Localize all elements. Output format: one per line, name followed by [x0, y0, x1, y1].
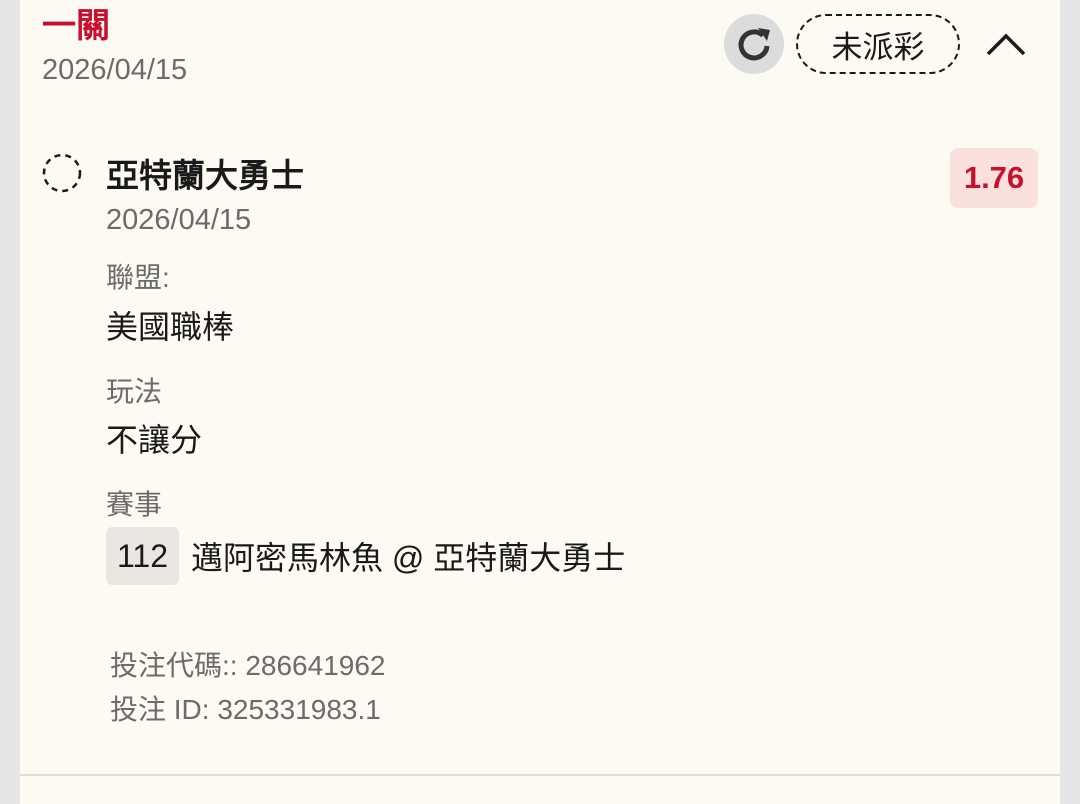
league-label: 聯盟: — [106, 262, 170, 293]
bet-date: 2026/04/15 — [42, 54, 188, 86]
event-row: 112 邁阿密馬林魚 @ 亞特蘭大勇士 — [106, 527, 625, 585]
selection-name: 亞特蘭大勇士 — [106, 157, 304, 194]
market-label: 玩法 — [106, 376, 163, 407]
collapse-button[interactable] — [980, 18, 1032, 70]
event-label: 賽事 — [106, 489, 163, 520]
status-badge: 未派彩 — [796, 14, 960, 74]
event-name: 邁阿密馬林魚 @ 亞特蘭大勇士 — [191, 540, 626, 576]
refresh-button[interactable] — [724, 14, 784, 74]
league-value: 美國職棒 — [106, 309, 235, 345]
refresh-icon — [738, 28, 770, 61]
bet-type-label: 一關 — [42, 7, 110, 45]
selection-date: 2026/04/15 — [106, 204, 252, 236]
bet-code: 投注代碼:: 286641962 — [110, 650, 386, 681]
bet-id: 投注 ID: 325331983.1 — [110, 694, 381, 725]
event-number-badge: 112 — [106, 527, 180, 585]
market-value: 不讓分 — [106, 422, 203, 458]
pending-circle-icon — [42, 153, 82, 193]
odds-badge: 1.76 — [950, 148, 1038, 208]
chevron-up-icon — [986, 33, 1026, 56]
bet-card: 一關 2026/04/15 未派彩 亞特蘭大勇士 1.76 2026/04/15… — [20, 0, 1060, 804]
divider — [20, 774, 1060, 776]
